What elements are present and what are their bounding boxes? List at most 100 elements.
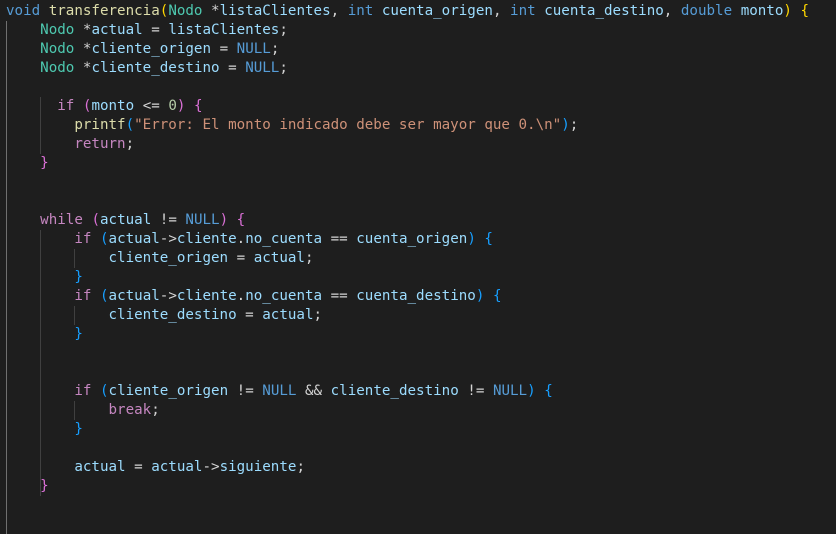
code-token: listaClientes — [219, 3, 331, 19]
code-token: NULL — [492, 383, 528, 399]
code-token: actual — [253, 250, 305, 266]
code-token: && — [296, 383, 331, 399]
code-line: return; — [6, 135, 836, 154]
code-token: -> — [159, 231, 177, 247]
code-token: * — [74, 41, 92, 57]
code-token: "Error: El monto indicado debe ser mayor… — [134, 117, 562, 133]
code-token: siguiente — [219, 459, 297, 475]
code-token: actual — [108, 231, 160, 247]
code-token: Nodo — [40, 60, 75, 76]
code-editor[interactable]: void transferencia(Nodo *listaClientes, … — [0, 0, 836, 534]
code-area[interactable]: void transferencia(Nodo *listaClientes, … — [6, 2, 836, 534]
code-token: = — [228, 250, 254, 266]
code-token: if — [74, 288, 92, 304]
code-token: ; — [270, 41, 280, 57]
code-token: <= — [134, 98, 169, 114]
code-line: } — [6, 420, 836, 439]
code-token: Nodo — [40, 22, 75, 38]
code-token: != — [151, 212, 186, 228]
code-token: = — [142, 22, 169, 38]
code-token: = — [125, 459, 152, 475]
code-line: } — [6, 325, 836, 344]
code-token: cliente_destino — [91, 60, 220, 76]
code-token: double — [680, 3, 733, 19]
code-token: if — [74, 231, 92, 247]
indent-guide — [74, 401, 75, 420]
code-token: NULL — [236, 41, 271, 57]
code-line: } — [6, 477, 836, 496]
code-token: ( — [125, 117, 135, 133]
code-token: . — [236, 288, 246, 304]
code-token: int — [510, 3, 536, 19]
code-token: cliente_destino — [108, 307, 237, 323]
code-token: } — [74, 326, 83, 342]
code-token: * — [74, 22, 92, 38]
code-token: printf — [74, 117, 126, 133]
code-token: cuenta_destino — [356, 288, 476, 304]
code-token: ( — [99, 383, 109, 399]
code-token: } — [40, 478, 49, 494]
code-token: actual — [151, 459, 203, 475]
code-token: transferencia — [48, 3, 160, 19]
code-token: no_cuenta — [245, 288, 323, 304]
code-token: cliente_origen — [108, 383, 229, 399]
code-token: ; — [296, 459, 305, 475]
code-line: while (actual != NULL) { — [6, 211, 836, 230]
code-token: = — [236, 307, 263, 323]
code-token: cliente_destino — [330, 383, 459, 399]
indent-guide — [74, 306, 75, 325]
code-token: ; — [313, 307, 323, 323]
code-token: -> — [202, 459, 220, 475]
code-line: if (cliente_origen != NULL && cliente_de… — [6, 382, 836, 401]
code-line: } — [6, 154, 836, 173]
code-token: = — [219, 60, 246, 76]
code-token: actual — [262, 307, 314, 323]
code-token: actual — [108, 288, 160, 304]
code-token: = — [211, 41, 237, 57]
code-token: } — [74, 269, 83, 285]
indent-guide — [74, 249, 75, 268]
code-token: { — [484, 231, 493, 247]
code-token: if — [57, 98, 75, 114]
code-token: == — [322, 288, 357, 304]
code-token: monto — [91, 98, 135, 114]
code-token: ( — [99, 288, 109, 304]
code-token: ) — [561, 117, 570, 133]
code-token: { — [492, 288, 502, 304]
code-token: cliente — [176, 231, 237, 247]
code-token: ; — [279, 22, 288, 38]
code-token: ; — [125, 136, 135, 152]
code-line: Nodo *cliente_origen = NULL; — [6, 40, 836, 59]
code-token: , — [663, 3, 681, 19]
code-token: ( — [99, 231, 109, 247]
code-token: == — [322, 231, 357, 247]
code-token: cuenta_origen — [356, 231, 468, 247]
code-token: != — [458, 383, 493, 399]
code-token: Nodo — [40, 41, 75, 57]
code-token: ) — [219, 212, 229, 228]
code-line: cliente_destino = actual; — [6, 306, 836, 325]
code-token: no_cuenta — [245, 231, 323, 247]
code-token: != — [228, 383, 263, 399]
code-token: -> — [159, 288, 177, 304]
code-line: printf("Error: El monto indicado debe se… — [6, 116, 836, 135]
